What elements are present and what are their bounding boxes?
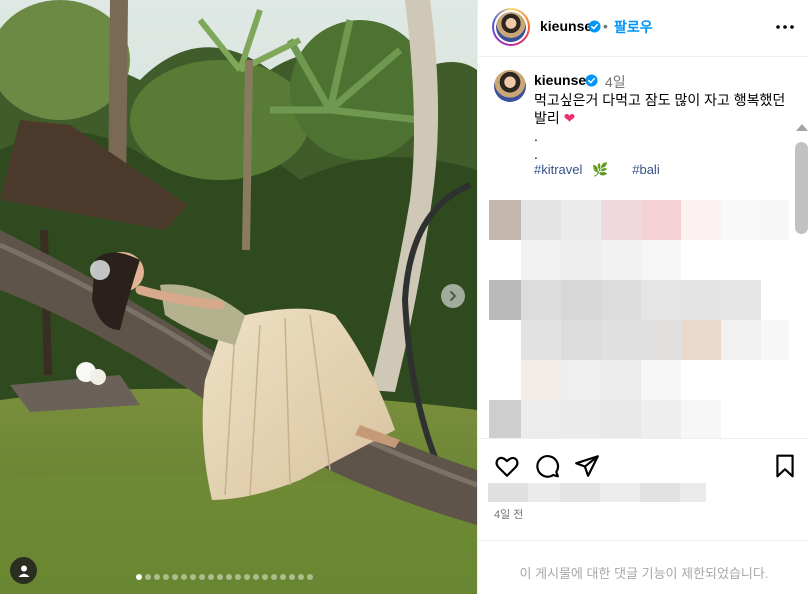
scroll-up-arrow[interactable] — [796, 124, 808, 131]
caption-dot: . — [534, 146, 538, 162]
verified-badge-icon — [585, 74, 598, 87]
more-horizontal-icon — [776, 25, 794, 29]
caption-text: 먹고싶은거 다먹고 잠도 많이 자고 행복했던 발리 ❤ . . — [534, 91, 786, 163]
post-actions — [478, 438, 809, 488]
more-options-button[interactable] — [774, 17, 796, 37]
carousel-dot — [235, 574, 241, 580]
carousel-dot — [289, 574, 295, 580]
caption-username[interactable]: kieunse — [534, 72, 586, 88]
carousel-dot — [262, 574, 268, 580]
carousel-dot — [190, 574, 196, 580]
comment-icon[interactable] — [534, 453, 560, 479]
user-icon — [18, 565, 29, 577]
hashtags: #kitravel 🌿 #bali — [534, 162, 670, 178]
carousel-dot — [271, 574, 277, 580]
heart-icon[interactable] — [494, 453, 520, 479]
story-avatar[interactable] — [492, 8, 530, 46]
post-side-panel: kieunse • 팔로우 kieunse 4일 먹고싶은거 다먹고 잠도 많이… — [477, 0, 809, 594]
carousel-dot — [172, 574, 178, 580]
heart-emoji: ❤ — [563, 110, 576, 126]
post-photo — [0, 0, 477, 594]
carousel-dot — [145, 574, 151, 580]
carousel-dot — [253, 574, 259, 580]
comment-section: 이 게시물에 대한 댓글 기능이 제한되었습니다. — [478, 540, 809, 594]
avatar — [496, 12, 526, 42]
carousel-dot — [226, 574, 232, 580]
post-photo-scene — [0, 0, 477, 594]
post-timestamp[interactable]: 4일 전 — [494, 506, 523, 522]
carousel-dot — [280, 574, 286, 580]
carousel-dot — [244, 574, 250, 580]
hashtag-bali[interactable]: #bali — [632, 162, 659, 177]
separator-dot: • — [603, 18, 608, 34]
verified-badge-icon — [588, 20, 601, 33]
carousel-dot — [181, 574, 187, 580]
carousel-dot — [199, 574, 205, 580]
tagged-users-button[interactable] — [10, 557, 37, 584]
carousel-dot — [136, 574, 142, 580]
next-photo-button[interactable] — [441, 284, 465, 308]
caption-scrollbar[interactable] — [793, 120, 809, 438]
scrollbar-thumb[interactable] — [795, 142, 808, 234]
hashtag-kitravel[interactable]: #kitravel 🌿 — [534, 162, 619, 177]
carousel-dot — [307, 574, 313, 580]
caption-dot: . — [534, 128, 538, 144]
follow-button[interactable]: 팔로우 — [614, 17, 653, 37]
comments-limited-notice: 이 게시물에 대한 댓글 기능이 제한되었습니다. — [519, 566, 769, 581]
caption-avatar[interactable] — [494, 70, 526, 102]
post-header: kieunse • 팔로우 — [478, 0, 809, 57]
carousel-dot — [208, 574, 214, 580]
caption-scroll-area[interactable]: kieunse 4일 먹고싶은거 다먹고 잠도 많이 자고 행복했던 발리 ❤ … — [478, 58, 809, 438]
carousel-dot — [298, 574, 304, 580]
carousel-indicator — [136, 574, 313, 580]
caption-time[interactable]: 4일 — [605, 72, 626, 92]
bookmark-icon[interactable] — [772, 453, 798, 479]
carousel-dot — [217, 574, 223, 580]
carousel-dot — [163, 574, 169, 580]
header-username[interactable]: kieunse — [540, 18, 592, 34]
chevron-right-icon — [450, 291, 457, 301]
share-icon[interactable] — [574, 453, 600, 479]
carousel-dot — [154, 574, 160, 580]
